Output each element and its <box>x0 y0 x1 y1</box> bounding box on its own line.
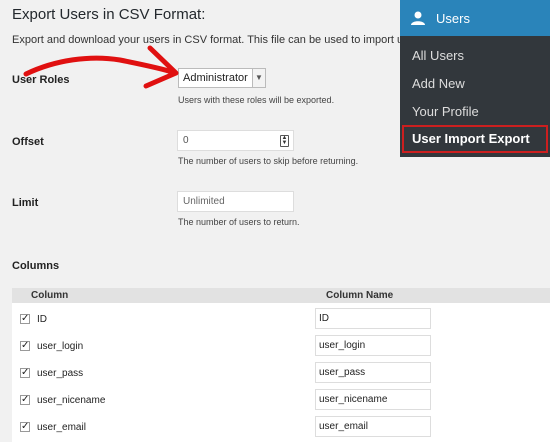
user-icon <box>411 11 425 25</box>
menu-item-all-users[interactable]: All Users <box>412 48 464 63</box>
users-submenu: Users All Users Add New Your Profile Use… <box>400 0 550 157</box>
menu-item-your-profile[interactable]: Your Profile <box>412 104 479 119</box>
menu-item-user-import-export[interactable]: User Import Export <box>402 125 548 153</box>
menu-item-add-new[interactable]: Add New <box>412 76 465 91</box>
users-menu-header[interactable]: Users <box>400 0 550 36</box>
users-menu-title: Users <box>436 11 470 26</box>
